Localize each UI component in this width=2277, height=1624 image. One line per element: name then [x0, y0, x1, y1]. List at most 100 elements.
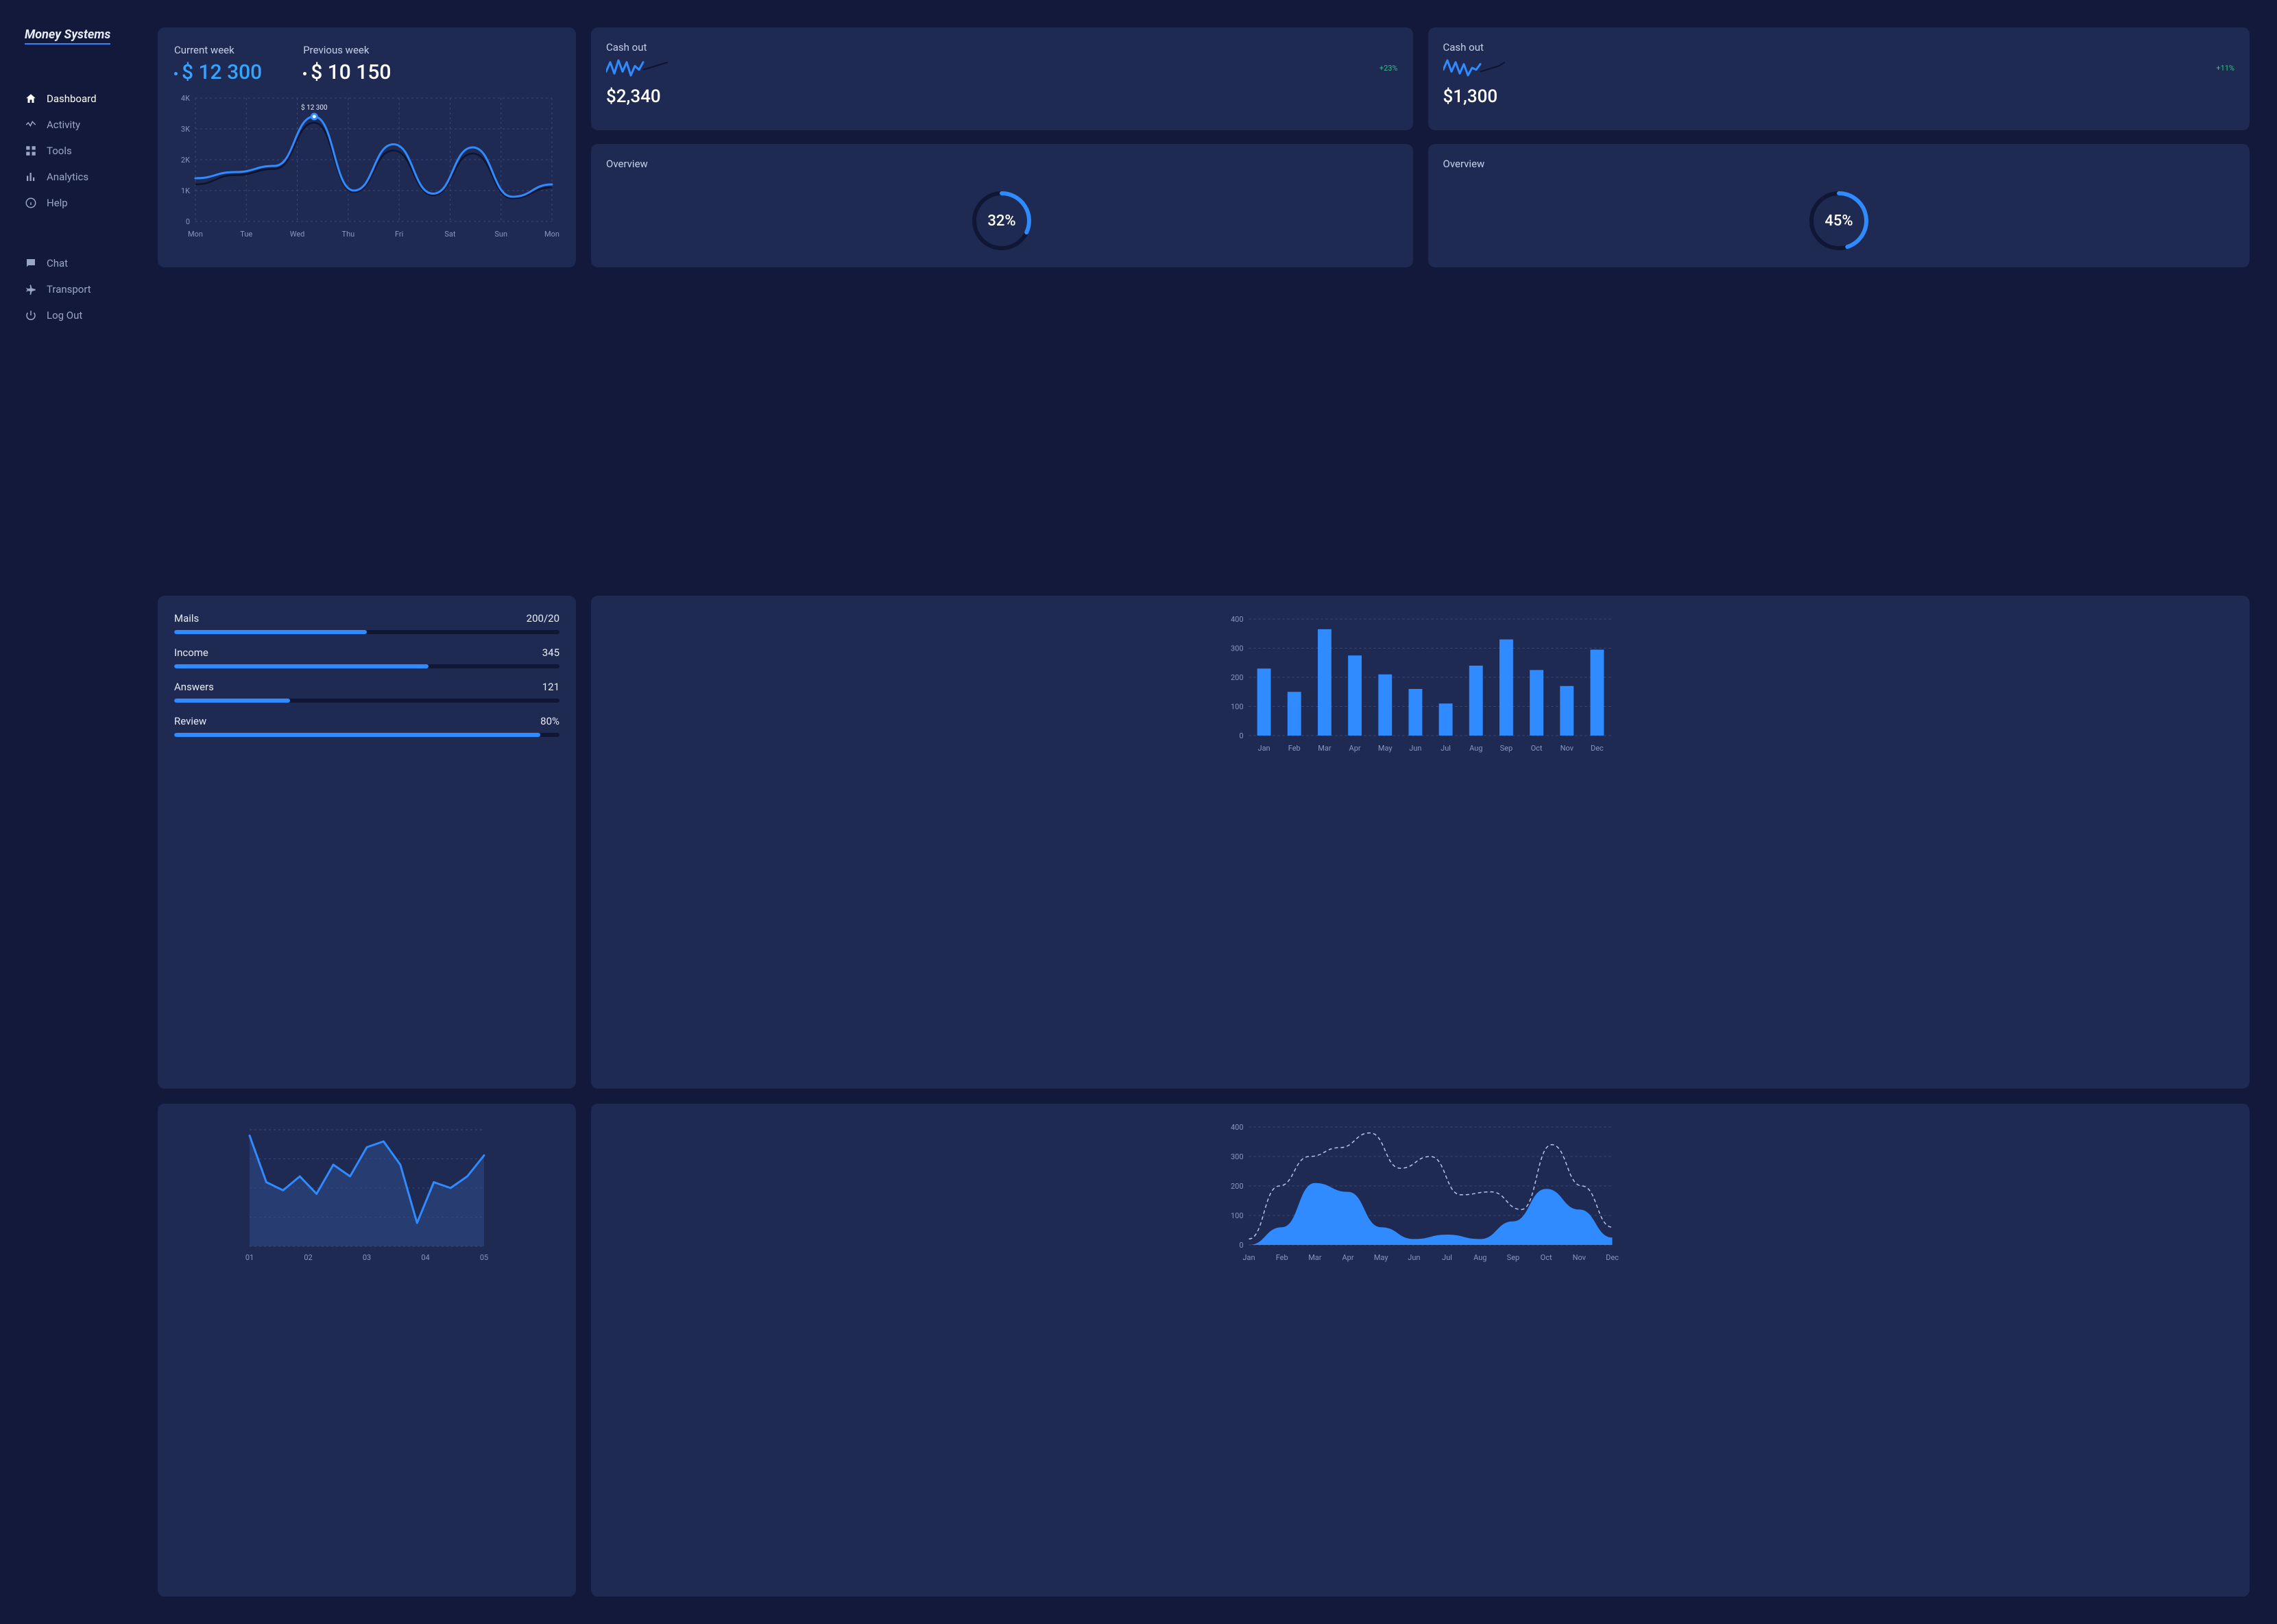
monthly-bar-chart: 0100200300400JanFebMarAprMayJunJulAugSep… — [607, 612, 2233, 756]
svg-text:45%: 45% — [1824, 213, 1853, 230]
week-chart-card: Current week $ 12 300 Previous week $ 10… — [158, 27, 576, 267]
main-content: Current week $ 12 300 Previous week $ 10… — [151, 0, 2277, 1624]
progress-label: Review — [174, 715, 206, 727]
power-icon — [25, 309, 37, 322]
progress-label: Answers — [174, 681, 214, 693]
sidebar-item-activity[interactable]: Activity — [25, 112, 151, 138]
svg-text:Sat: Sat — [444, 230, 456, 239]
stat-label: Previous week — [303, 44, 391, 56]
svg-text:0: 0 — [1239, 731, 1243, 740]
cash-value: $2,340 — [606, 86, 1398, 107]
progress-track — [174, 664, 559, 668]
progress-row: Review 80% — [174, 715, 559, 737]
svg-text:Apr: Apr — [1342, 1253, 1353, 1262]
card-title: Overview — [1443, 158, 2235, 170]
sidebar-item-tools[interactable]: Tools — [25, 138, 151, 164]
svg-text:May: May — [1374, 1253, 1389, 1262]
svg-text:Wed: Wed — [290, 230, 305, 239]
sidebar-item-logout[interactable]: Log Out — [25, 302, 151, 328]
svg-text:200: 200 — [1231, 1182, 1244, 1191]
svg-text:Nov: Nov — [1561, 744, 1574, 753]
svg-text:Sun: Sun — [494, 230, 507, 239]
brand-logo: Money Systems — [25, 27, 110, 45]
cash-value: $1,300 — [1443, 86, 2235, 107]
overview-card-2: Overview 45% — [1428, 144, 2250, 267]
sidebar-item-label: Analytics — [47, 171, 88, 183]
svg-text:32%: 32% — [988, 213, 1016, 230]
svg-text:Dec: Dec — [1591, 744, 1604, 753]
delta-badge: +11% — [2216, 64, 2234, 73]
sidebar-item-help[interactable]: Help — [25, 190, 151, 216]
svg-text:0: 0 — [1239, 1241, 1243, 1250]
progress-value: 200/20 — [527, 612, 559, 625]
svg-text:Jul: Jul — [1442, 1253, 1452, 1262]
svg-text:Feb: Feb — [1288, 744, 1301, 753]
svg-text:Mon: Mon — [544, 230, 559, 239]
sidebar-item-analytics[interactable]: Analytics — [25, 164, 151, 190]
activity-icon — [25, 119, 37, 131]
svg-text:Sep: Sep — [1507, 1253, 1520, 1262]
previous-week-stat: Previous week $ 10 150 — [303, 44, 391, 84]
card-title: Overview — [606, 158, 1398, 170]
week-line-chart: 01K2K3K4KMonTueWedThuFriSatSunMon$ 12 30… — [174, 91, 559, 242]
stat-value: $ 12 300 — [182, 60, 262, 84]
svg-text:3K: 3K — [181, 125, 190, 134]
svg-text:03: 03 — [363, 1253, 371, 1262]
svg-text:Mon: Mon — [188, 230, 203, 239]
svg-text:01: 01 — [245, 1253, 254, 1262]
svg-text:Thu: Thu — [342, 230, 355, 239]
progress-fill — [174, 699, 290, 703]
radial-gauge: 45% — [1801, 183, 1877, 258]
sidebar-item-label: Log Out — [47, 309, 82, 322]
svg-text:300: 300 — [1231, 1152, 1244, 1161]
svg-text:Jan: Jan — [1242, 1253, 1255, 1262]
svg-text:04: 04 — [421, 1253, 429, 1262]
progress-track — [174, 733, 559, 737]
info-icon — [25, 197, 37, 209]
delta-badge: +23% — [1380, 64, 1398, 73]
svg-text:Nov: Nov — [1573, 1253, 1587, 1262]
svg-text:Aug: Aug — [1473, 1253, 1486, 1262]
svg-text:1K: 1K — [181, 186, 190, 195]
sparkline-icon — [606, 59, 668, 77]
progress-fill — [174, 630, 367, 634]
sparkline-icon — [1443, 59, 1505, 77]
large-area-card: 0100200300400JanFebMarAprMayJunJulAugSep… — [591, 1104, 2250, 1597]
cashout-card-2: Cash out +11% $1,300 — [1428, 27, 2250, 130]
radial-gauge: 32% — [964, 183, 1039, 258]
svg-text:300: 300 — [1231, 644, 1244, 653]
svg-text:Tue: Tue — [240, 230, 252, 239]
progress-value: 121 — [542, 681, 559, 693]
sidebar-item-label: Tools — [47, 145, 72, 157]
svg-text:Feb: Feb — [1276, 1253, 1288, 1262]
svg-text:100: 100 — [1231, 703, 1244, 712]
progress-value: 345 — [542, 646, 559, 659]
sidebar-item-chat[interactable]: Chat — [25, 250, 151, 276]
bars-icon — [25, 171, 37, 183]
svg-text:400: 400 — [1231, 615, 1244, 624]
sidebar-item-label: Transport — [47, 283, 91, 295]
svg-text:Apr: Apr — [1349, 744, 1361, 753]
sidebar: Money Systems Dashboard Activity Tools A… — [0, 0, 151, 1624]
svg-text:100: 100 — [1231, 1211, 1244, 1220]
stat-value: $ 10 150 — [311, 60, 391, 84]
chat-icon — [25, 257, 37, 269]
progress-fill — [174, 733, 540, 737]
svg-text:4K: 4K — [181, 94, 190, 103]
cashout-card-1: Cash out +23% $2,340 — [591, 27, 1413, 130]
stat-label: Current week — [174, 44, 262, 56]
sidebar-item-label: Help — [47, 197, 68, 209]
svg-text:05: 05 — [480, 1253, 488, 1262]
grid-icon — [25, 145, 37, 157]
sidebar-item-dashboard[interactable]: Dashboard — [25, 86, 151, 112]
progress-card: Mails200/20Income345Answers121Review80% — [158, 596, 576, 1089]
sidebar-item-label: Dashboard — [47, 93, 97, 105]
sidebar-item-transport[interactable]: Transport — [25, 276, 151, 302]
svg-text:Fri: Fri — [395, 230, 403, 239]
svg-text:Sep: Sep — [1500, 744, 1513, 753]
small-area-card: 0102030405 — [158, 1104, 576, 1597]
progress-value: 80% — [540, 715, 559, 727]
progress-row: Answers 121 — [174, 681, 559, 703]
svg-text:Dec: Dec — [1606, 1253, 1619, 1262]
home-icon — [25, 93, 37, 105]
